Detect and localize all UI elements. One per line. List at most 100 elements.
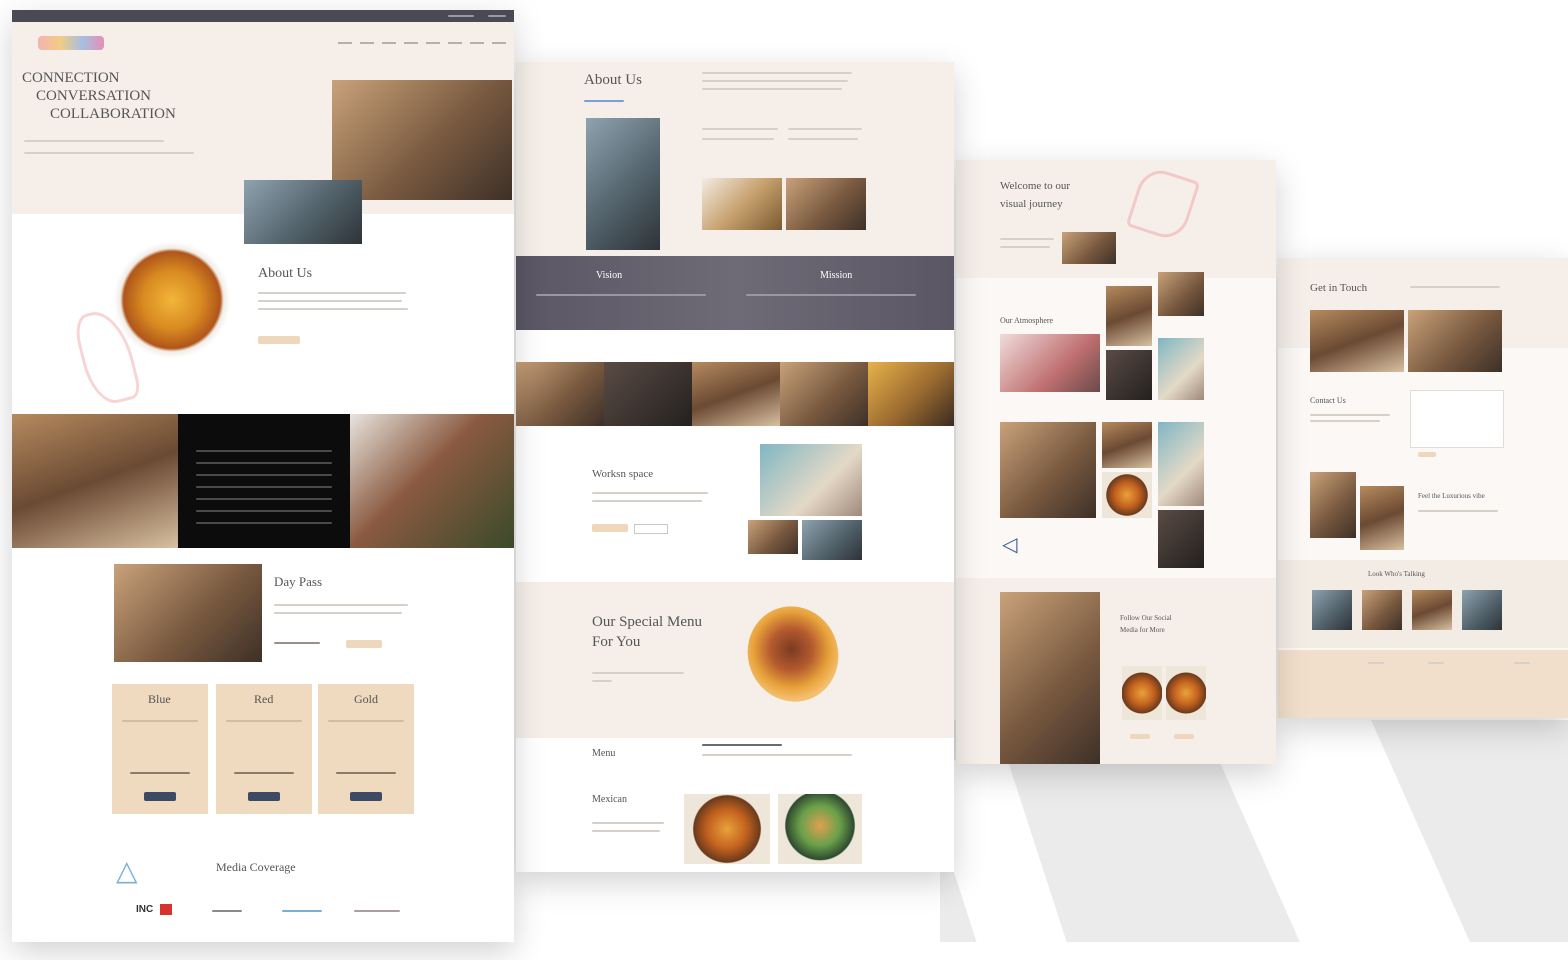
plan-select-button-red[interactable] <box>248 792 280 801</box>
workspace-title: Worksn space <box>592 468 654 480</box>
special-menu-title-2: For You <box>592 634 641 650</box>
workspace-photo-small-2 <box>802 520 862 560</box>
nav-item[interactable] <box>382 42 396 44</box>
strip-photo-5 <box>868 362 954 426</box>
placeholder-text <box>592 492 708 494</box>
hero-line-3: COLLABORATION <box>50 106 176 122</box>
placeholder-text <box>702 128 778 130</box>
nav-item[interactable] <box>448 42 462 44</box>
page-preview-home: CONNECTION CONVERSATION COLLABORATION Ab… <box>12 10 514 942</box>
placeholder-text <box>1410 286 1500 288</box>
contact-photo-2 <box>1408 310 1502 372</box>
plan-name-red: Red <box>254 692 274 706</box>
atmosphere-photo-6 <box>1000 422 1096 518</box>
feel-vibe-title: Feel the Luxurious vibe <box>1418 492 1485 500</box>
vision-mission-banner <box>516 256 954 330</box>
welcome-line-2: visual journey <box>1000 198 1063 210</box>
testimonial-avatar-2 <box>1362 590 1402 630</box>
plan-name-gold: Gold <box>354 692 378 706</box>
mexican-dish-photo-2 <box>778 794 862 864</box>
about-read-more-button[interactable] <box>258 336 300 344</box>
atmosphere-photo-8 <box>1102 472 1152 518</box>
placeholder-text <box>24 152 194 154</box>
gallery-header-band <box>956 160 1276 278</box>
send-button[interactable] <box>1418 452 1436 457</box>
day-pass-title: Day Pass <box>274 574 323 589</box>
plan-price <box>130 772 190 774</box>
social-button-1[interactable] <box>1130 734 1150 739</box>
plan-features <box>328 720 404 722</box>
hours-photo-left <box>12 414 178 548</box>
menu-label: Menu <box>592 748 616 759</box>
look-who-talking-title: Look Who's Talking <box>1368 570 1425 578</box>
page-preview-gallery: Welcome to our visual journey Our Atmosp… <box>956 160 1276 764</box>
mission-title: Mission <box>820 270 853 281</box>
placeholder-text <box>788 128 862 130</box>
placeholder-text <box>24 140 164 142</box>
footer-links <box>1428 662 1444 664</box>
media-coverage-title: Media Coverage <box>216 860 296 874</box>
plan-select-button-blue[interactable] <box>144 792 176 801</box>
atmosphere-photo-4 <box>1106 350 1152 400</box>
opening-hours-panel <box>178 414 350 548</box>
placeholder-text <box>592 830 660 832</box>
atmosphere-photo-10 <box>1158 510 1204 568</box>
nav-item[interactable] <box>338 42 352 44</box>
hours-row <box>196 450 332 452</box>
nav-item[interactable] <box>470 42 484 44</box>
top-bar <box>12 10 514 22</box>
page-preview-contact: Get in Touch Contact Us Feel the Luxurio… <box>1278 258 1568 718</box>
placeholder-text <box>274 604 408 606</box>
special-menu-band <box>516 582 954 738</box>
vision-text <box>536 294 706 296</box>
workspace-primary-button[interactable] <box>592 524 628 532</box>
top-bar-link[interactable] <box>488 15 506 17</box>
contact-photo-1 <box>1310 310 1404 372</box>
social-button-2[interactable] <box>1174 734 1194 739</box>
placeholder-text <box>1000 238 1054 240</box>
placeholder-text <box>702 754 852 756</box>
plan-features <box>226 720 302 722</box>
testimonial-avatar-1 <box>1312 590 1352 630</box>
placeholder-text <box>702 744 782 746</box>
hours-row <box>196 522 332 524</box>
hours-row <box>196 498 332 500</box>
about-photo-portrait <box>586 118 660 250</box>
strip-photo-1 <box>516 362 604 426</box>
atmosphere-photo-9 <box>1158 422 1204 506</box>
footer-links <box>1368 662 1384 664</box>
nav-item[interactable] <box>426 42 440 44</box>
placeholder-text <box>1418 510 1498 512</box>
nav-item[interactable] <box>360 42 374 44</box>
plan-select-button-gold[interactable] <box>350 792 382 801</box>
day-pass-book-button[interactable] <box>346 640 382 648</box>
workspace-photo-small-1 <box>748 520 798 554</box>
top-bar-link[interactable] <box>448 15 474 17</box>
site-logo[interactable] <box>38 36 104 50</box>
hero-line-1: CONNECTION <box>22 70 120 86</box>
workspace-secondary-button[interactable] <box>634 524 668 534</box>
placeholder-text <box>592 680 612 682</box>
placeholder-text <box>702 88 842 90</box>
placeholder-text <box>274 612 402 614</box>
strip-photo-4 <box>780 362 868 426</box>
placeholder-text <box>258 292 406 294</box>
contact-form[interactable] <box>1410 390 1504 448</box>
atmosphere-photo-1 <box>1000 334 1100 392</box>
workspace-photo-large <box>760 444 862 516</box>
about-dish-photo <box>112 242 232 358</box>
welcome-line-1: Welcome to our <box>1000 180 1070 192</box>
placeholder-text <box>592 822 664 824</box>
social-photo-large <box>1000 592 1100 764</box>
triangle-doodle-icon: ◁ <box>1002 532 1018 556</box>
atmosphere-photo-3 <box>1158 272 1204 316</box>
mission-text <box>746 294 916 296</box>
nav-item[interactable] <box>492 42 506 44</box>
about-title: About Us <box>584 72 642 88</box>
social-photo-2 <box>1166 666 1206 720</box>
strip-photo-2 <box>604 362 692 426</box>
atmosphere-photo-5 <box>1158 338 1204 400</box>
media-logo <box>282 910 322 912</box>
hero-line-2: CONVERSATION <box>36 88 152 104</box>
nav-item[interactable] <box>404 42 418 44</box>
